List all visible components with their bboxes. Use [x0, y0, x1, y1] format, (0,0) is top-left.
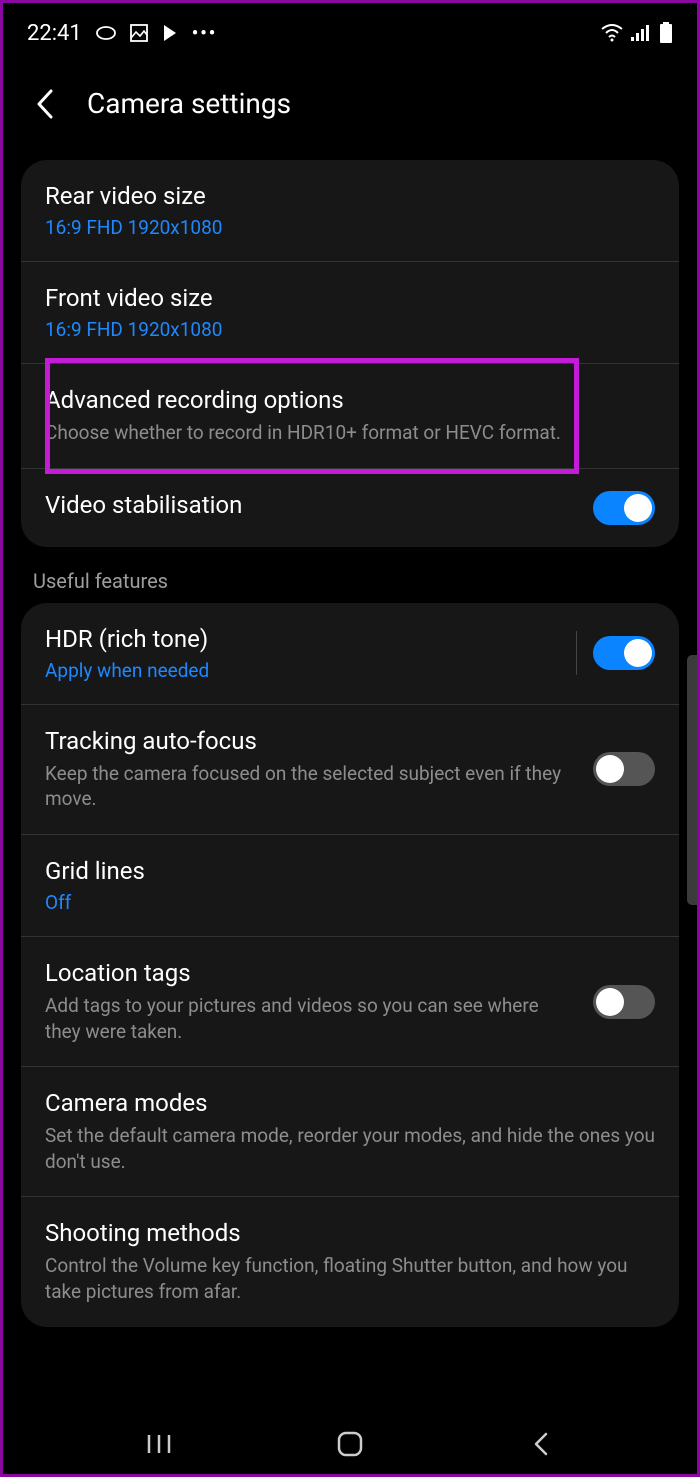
setting-value: 16:9 FHD 1920x1080 — [45, 318, 655, 341]
play-icon — [162, 24, 178, 42]
setting-title: Location tags — [45, 959, 577, 987]
setting-desc: Keep the camera focused on the selected … — [45, 761, 577, 812]
setting-video-stabilisation[interactable]: Video stabilisation — [21, 469, 679, 547]
setting-rear-video-size[interactable]: Rear video size 16:9 FHD 1920x1080 — [21, 160, 679, 262]
battery-icon — [659, 22, 673, 44]
toggle-tracking-auto-focus[interactable] — [593, 752, 655, 786]
setting-front-video-size[interactable]: Front video size 16:9 FHD 1920x1080 — [21, 262, 679, 364]
setting-value: Apply when needed — [45, 659, 560, 682]
header: Camera settings — [3, 63, 697, 160]
status-bar: 22:41 ••• — [3, 3, 697, 63]
setting-location-tags[interactable]: Location tags Add tags to your pictures … — [21, 937, 679, 1067]
message-icon — [96, 26, 116, 40]
image-icon — [130, 24, 148, 42]
settings-group-useful-features: HDR (rich tone) Apply when needed Tracki… — [21, 603, 679, 1327]
setting-title: HDR (rich tone) — [45, 625, 560, 653]
setting-title: Camera modes — [45, 1089, 655, 1117]
setting-title: Grid lines — [45, 857, 655, 885]
nav-back[interactable] — [511, 1424, 571, 1464]
signal-icon — [631, 25, 651, 41]
toggle-video-stabilisation[interactable] — [593, 491, 655, 525]
setting-desc: Set the default camera mode, reorder you… — [45, 1123, 655, 1174]
setting-shooting-methods[interactable]: Shooting methods Control the Volume key … — [21, 1197, 679, 1326]
status-time: 22:41 — [27, 21, 82, 46]
setting-desc: Add tags to your pictures and videos so … — [45, 993, 577, 1044]
setting-title: Shooting methods — [45, 1219, 655, 1247]
nav-recents[interactable] — [129, 1424, 189, 1464]
setting-title: Front video size — [45, 284, 655, 312]
setting-tracking-auto-focus[interactable]: Tracking auto-focus Keep the camera focu… — [21, 705, 679, 835]
setting-grid-lines[interactable]: Grid lines Off — [21, 835, 679, 937]
setting-title: Advanced recording options — [45, 386, 655, 414]
vertical-divider — [576, 631, 577, 675]
section-title-useful-features: Useful features — [33, 569, 667, 593]
nav-bar — [3, 1414, 697, 1474]
settings-group-video: Rear video size 16:9 FHD 1920x1080 Front… — [21, 160, 679, 547]
setting-value: Off — [45, 891, 655, 914]
scroll-indicator[interactable] — [687, 655, 697, 905]
setting-camera-modes[interactable]: Camera modes Set the default camera mode… — [21, 1067, 679, 1197]
setting-desc: Control the Volume key function, floatin… — [45, 1253, 655, 1304]
setting-hdr[interactable]: HDR (rich tone) Apply when needed — [21, 603, 679, 705]
more-icon: ••• — [192, 23, 217, 44]
toggle-location-tags[interactable] — [593, 985, 655, 1019]
setting-title: Rear video size — [45, 182, 655, 210]
wifi-icon — [601, 24, 623, 42]
setting-value: 16:9 FHD 1920x1080 — [45, 216, 655, 239]
nav-home[interactable] — [320, 1424, 380, 1464]
page-title: Camera settings — [87, 87, 291, 120]
setting-advanced-recording[interactable]: Advanced recording options Choose whethe… — [21, 364, 679, 469]
setting-title: Tracking auto-focus — [45, 727, 577, 755]
toggle-hdr[interactable] — [593, 636, 655, 670]
back-button[interactable] — [31, 90, 59, 118]
setting-desc: Choose whether to record in HDR10+ forma… — [45, 420, 655, 446]
setting-title: Video stabilisation — [45, 491, 577, 519]
